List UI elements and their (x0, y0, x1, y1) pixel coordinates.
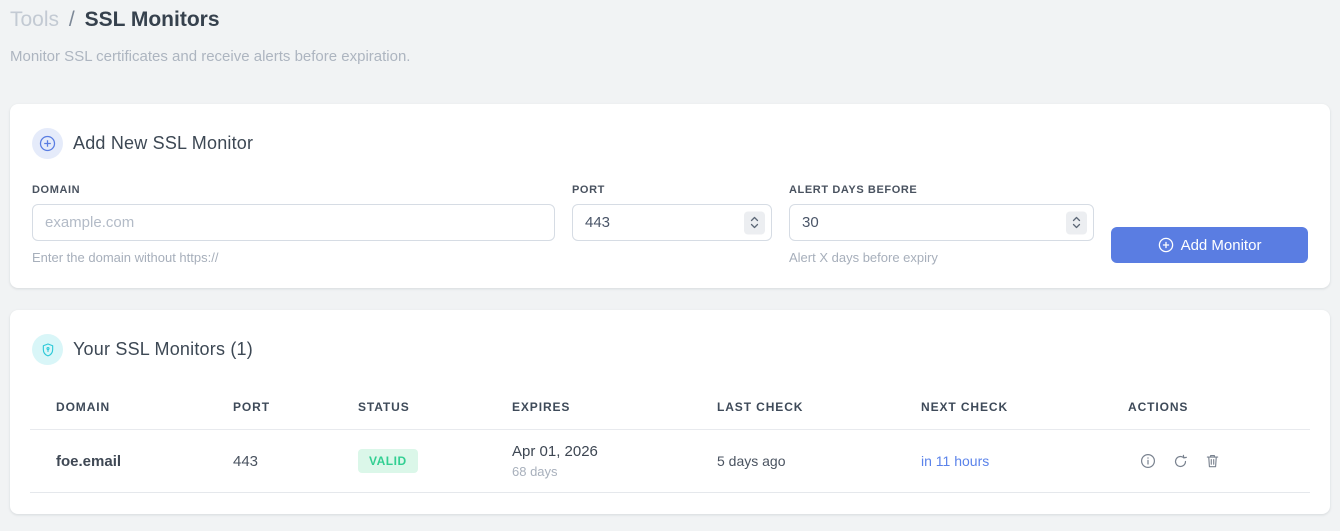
domain-helper-text: Enter the domain without https:// (32, 250, 219, 265)
col-header-next-check: NEXT CHECK (921, 400, 1009, 414)
shield-icon (32, 334, 63, 365)
monitors-card-title: Your SSL Monitors (1) (73, 339, 253, 359)
monitors-card-header: Your SSL Monitors (1) (10, 334, 1330, 365)
add-monitor-button-label: Add Monitor (1180, 236, 1262, 254)
monitor-status-cell: VALID (358, 449, 512, 473)
col-header-status: STATUS (358, 400, 410, 414)
monitor-next-check: in 11 hours (921, 453, 990, 469)
breadcrumb-tools-link[interactable]: Tools (10, 8, 59, 31)
alert-days-helper-text: Alert X days before expiry (789, 250, 938, 265)
refresh-icon[interactable] (1173, 454, 1188, 469)
table-header-row: DOMAIN PORT STATUS EXPIRES LAST CHECK NE… (30, 386, 1310, 430)
monitors-table: DOMAIN PORT STATUS EXPIRES LAST CHECK NE… (30, 386, 1310, 493)
domain-input[interactable] (32, 204, 555, 241)
col-header-actions: ACTIONS (1128, 400, 1189, 414)
col-header-port: PORT (233, 400, 270, 414)
monitor-domain: foe.email (56, 452, 122, 470)
domain-label: DOMAIN (32, 184, 81, 196)
breadcrumb: Tools / SSL Monitors (10, 0, 1330, 33)
port-field-group: PORT (572, 184, 772, 241)
alert-days-input[interactable] (789, 204, 1094, 241)
expires-date: Apr 01, 2026 (512, 443, 598, 460)
port-stepper[interactable] (744, 211, 765, 234)
monitor-last-check: 5 days ago (717, 453, 786, 469)
add-monitor-card-header: Add New SSL Monitor (32, 128, 1308, 159)
monitors-card: Your SSL Monitors (1) DOMAIN PORT STATUS… (10, 310, 1330, 514)
col-header-last-check: LAST CHECK (717, 400, 804, 414)
alert-days-label: ALERT DAYS BEFORE (789, 184, 918, 196)
alert-days-stepper[interactable] (1066, 211, 1087, 234)
breadcrumb-separator: / (68, 8, 75, 31)
info-icon[interactable] (1140, 453, 1156, 469)
page-title: SSL Monitors (84, 8, 220, 31)
add-monitor-card-title: Add New SSL Monitor (73, 133, 254, 153)
add-monitor-form: DOMAIN Enter the domain without https://… (32, 184, 1308, 265)
add-monitor-card: Add New SSL Monitor DOMAIN Enter the dom… (10, 104, 1330, 288)
plus-circle-icon (32, 128, 63, 159)
monitor-actions-cell (1128, 453, 1310, 469)
trash-icon[interactable] (1205, 453, 1220, 469)
port-label: PORT (572, 184, 605, 196)
domain-field-group: DOMAIN Enter the domain without https:// (32, 184, 555, 265)
col-header-expires: EXPIRES (512, 400, 571, 414)
plus-circle-icon (1158, 237, 1174, 253)
page-subtitle: Monitor SSL certificates and receive ale… (10, 48, 411, 65)
col-header-domain: DOMAIN (56, 400, 111, 414)
expires-days-remaining: 68 days (512, 464, 558, 479)
ssl-monitors-page: Tools / SSL Monitors Monitor SSL certifi… (0, 0, 1340, 514)
monitor-port: 443 (233, 452, 259, 470)
monitor-expires-cell: Apr 01, 2026 68 days (512, 443, 717, 479)
port-input[interactable] (572, 204, 772, 241)
table-row: foe.email 443 VALID Apr 01, 2026 68 days… (30, 430, 1310, 493)
add-monitor-button[interactable]: Add Monitor (1111, 227, 1308, 263)
alert-days-field-group: ALERT DAYS BEFORE Alert X days before ex… (789, 184, 1094, 265)
status-badge: VALID (358, 449, 418, 473)
